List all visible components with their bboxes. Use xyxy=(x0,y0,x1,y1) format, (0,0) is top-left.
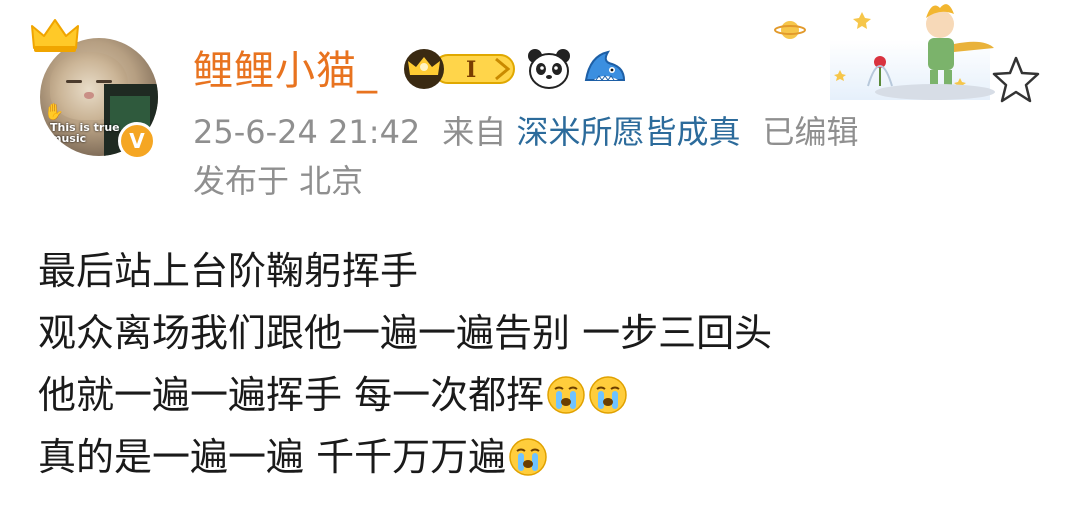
panda-icon[interactable] xyxy=(526,46,572,92)
favorite-star-icon[interactable] xyxy=(990,54,1042,106)
avatar-caption: This is true music xyxy=(50,121,120,145)
edited-label[interactable]: 已编辑 xyxy=(762,113,858,151)
post-line: 观众离场我们跟他一遍一遍告别 一步三回头 xyxy=(38,302,772,364)
post-location: 发布于 北京 xyxy=(193,162,364,200)
post-content: 最后站上台阶鞠躬挥手 观众离场我们跟他一遍一遍告别 一步三回头 他就一遍一遍挥手… xyxy=(38,240,772,488)
post-line-text: 最后站上台阶鞠躬挥手 xyxy=(38,249,419,293)
cat-eye-left xyxy=(66,80,82,83)
post-line-text: 观众离场我们跟他一遍一遍告别 一步三回头 xyxy=(38,311,773,355)
post-line-text: 他就一遍一遍挥手 每一次都挥 xyxy=(38,373,545,417)
shark-icon[interactable] xyxy=(582,46,628,92)
cat-nose xyxy=(84,92,94,99)
username[interactable]: 鲤鲤小猫_ xyxy=(193,46,378,96)
post-line-text: 真的是一遍一遍 千千万万遍 xyxy=(38,435,507,479)
crown-icon xyxy=(31,19,79,52)
waving-hand-icon: ✋ xyxy=(44,102,64,121)
post-line: 最后站上台阶鞠躬挥手 xyxy=(38,240,772,302)
cat-eye-right xyxy=(96,80,112,83)
from-label: 来自 xyxy=(442,113,507,151)
vip-crown-badge-icon[interactable]: I xyxy=(400,47,516,91)
crying-face-icon xyxy=(509,438,547,476)
post-meta: 25-6-24 21:42 来自 深米所愿皆成真 已编辑 xyxy=(193,111,859,153)
verified-badge: V xyxy=(118,122,156,160)
user-badges: I xyxy=(400,44,628,94)
crying-face-icon xyxy=(547,376,585,414)
post-date: 25-6-24 21:42 xyxy=(193,113,421,151)
post-line: 他就一遍一遍挥手 每一次都挥 xyxy=(38,364,772,426)
crying-face-icon xyxy=(589,376,627,414)
vip-level: I xyxy=(466,57,476,83)
post-line: 真的是一遍一遍 千千万万遍 xyxy=(38,426,772,488)
post-source-link[interactable]: 深米所愿皆成真 xyxy=(516,113,740,151)
